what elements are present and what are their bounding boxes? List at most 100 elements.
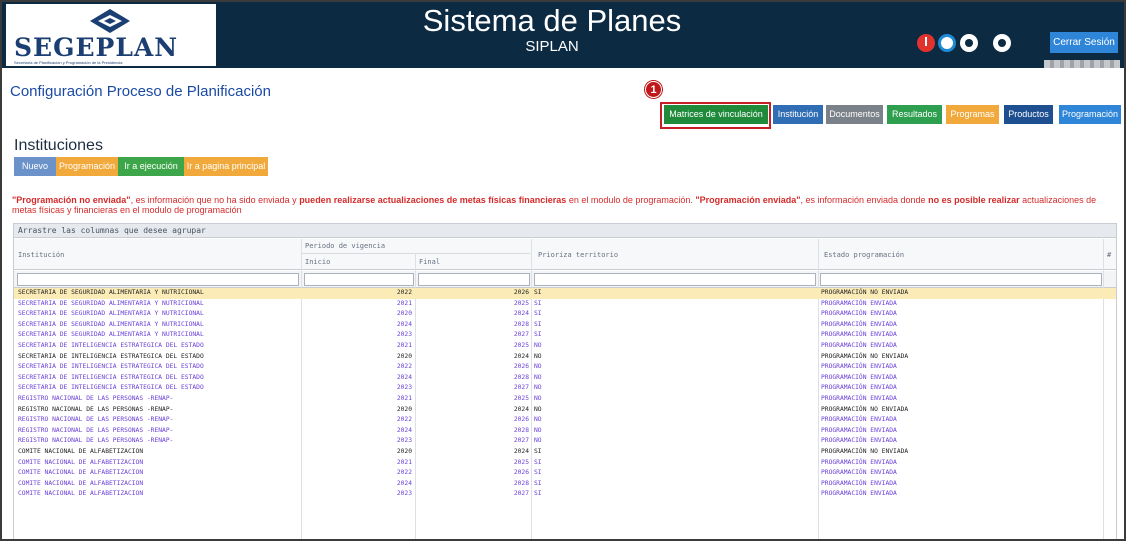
col-header-hash: #	[1107, 251, 1112, 259]
col-header-estado[interactable]: Estado programación	[824, 251, 904, 259]
table-row[interactable]: REGISTRO NACIONAL DE LAS PERSONAS -RENAP…	[14, 394, 1116, 405]
header-divider	[302, 253, 530, 254]
filter-estado-input[interactable]	[820, 273, 1102, 286]
table-row[interactable]: COMITE NACIONAL DE ALFABETIZACION 2024 202…	[14, 479, 1116, 490]
top-header: SEGEPLAN Secretaría de Planificación y P…	[2, 2, 1124, 68]
tab-productos[interactable]: Productos	[1004, 105, 1053, 124]
new-button[interactable]: Nuevo	[14, 157, 56, 176]
notice-text-part: , es información enviada donde	[800, 195, 929, 205]
tab-programacion[interactable]: Programación	[1059, 105, 1121, 124]
cell-prioriza: NO	[534, 363, 542, 371]
logo-subtitle: Secretaría de Planificación y Programaci…	[14, 60, 123, 65]
cell-inicio: 2024	[396, 320, 412, 328]
cell-prioriza: SI	[534, 289, 542, 296]
cell-institucion: SECRETARIA DE SEGURIDAD ALIMENTARIA Y NU…	[18, 289, 204, 296]
table-row[interactable]: SECRETARIA DE INTELIGENCIA ESTRATEGICA D…	[14, 362, 1116, 373]
cell-final: 2026	[513, 363, 529, 371]
logo[interactable]: SEGEPLAN Secretaría de Planificación y P…	[6, 4, 216, 66]
notice-text: "Programación no enviada", es informació…	[12, 195, 1118, 215]
table-row[interactable]: REGISTRO NACIONAL DE LAS PERSONAS -RENAP…	[14, 415, 1116, 426]
table-row[interactable]: SECRETARIA DE INTELIGENCIA ESTRATEGICA D…	[14, 341, 1116, 352]
table-row[interactable]: REGISTRO NACIONAL DE LAS PERSONAS -RENAP…	[14, 426, 1116, 437]
filter-inicio-input[interactable]	[304, 273, 414, 286]
notice-bold: no es posible realizar	[928, 195, 1020, 205]
cell-inicio: 2022	[396, 469, 412, 477]
col-header-inicio[interactable]: Inicio	[305, 258, 330, 266]
cell-institucion: REGISTRO NACIONAL DE LAS PERSONAS -RENAP…	[18, 405, 174, 413]
alert-icon[interactable]	[917, 34, 935, 52]
cell-final: 2026	[513, 289, 529, 296]
cell-estado: PROGRAMACIÓN ENVIADA	[821, 395, 897, 402]
table-row[interactable]: COMITE NACIONAL DE ALFABETIZACION 2020 202…	[14, 447, 1116, 458]
notice-bold: pueden realizarse actualizaciones de met…	[299, 195, 567, 205]
table-row[interactable]: SECRETARIA DE SEGURIDAD ALIMENTARIA Y NU…	[14, 320, 1116, 331]
circle-icon[interactable]	[993, 34, 1011, 52]
cell-prioriza: NO	[534, 405, 542, 413]
logo-text: SEGEPLAN	[14, 33, 179, 62]
circle-icon[interactable]	[960, 34, 978, 52]
cell-prioriza: SI	[534, 331, 542, 339]
group-drop-area[interactable]: Arrastre las columnas que desee agrupar	[14, 224, 1116, 238]
table-row[interactable]: SECRETARIA DE SEGURIDAD ALIMENTARIA Y NU…	[14, 288, 1116, 299]
filter-final-input[interactable]	[418, 273, 530, 286]
col-header-prioriza[interactable]: Prioriza territorio	[538, 251, 618, 259]
cell-estado: PROGRAMACIÓN ENVIADA	[821, 458, 897, 466]
cell-prioriza: SI	[534, 458, 542, 466]
cell-final: 2025	[513, 299, 529, 307]
tab-documentos[interactable]: Documentos	[826, 105, 883, 124]
tab-programas[interactable]: Programas	[946, 105, 999, 124]
cell-inicio: 2020	[396, 310, 412, 318]
tab-institucion[interactable]: Institución	[773, 105, 823, 124]
ir-a-ejecucion-button[interactable]: Ir a ejecución	[118, 157, 184, 176]
cell-final: 2027	[513, 490, 529, 498]
filter-institucion-input[interactable]	[17, 273, 299, 286]
cell-final: 2027	[513, 384, 529, 392]
col-header-final[interactable]: Final	[419, 258, 440, 266]
cell-estado: PROGRAMACIÓN ENVIADA	[821, 426, 897, 434]
cell-inicio: 2022	[396, 416, 412, 424]
cell-estado: PROGRAMACIÓN ENVIADA	[821, 299, 897, 307]
cell-prioriza: NO	[534, 416, 542, 424]
cell-inicio: 2023	[396, 384, 412, 392]
cell-final: 2024	[513, 352, 529, 360]
ir-a-pagina-principal-button[interactable]: Ir a pagina principal	[184, 157, 268, 176]
table-row[interactable]: SECRETARIA DE SEGURIDAD ALIMENTARIA Y NU…	[14, 299, 1116, 310]
cell-prioriza: NO	[534, 426, 542, 434]
table-row[interactable]: COMITE NACIONAL DE ALFABETIZACION 2022 202…	[14, 468, 1116, 479]
cell-prioriza: SI	[534, 299, 542, 307]
cell-prioriza: SI	[534, 490, 542, 498]
table-row[interactable]: SECRETARIA DE SEGURIDAD ALIMENTARIA Y NU…	[14, 330, 1116, 341]
table-row[interactable]: SECRETARIA DE SEGURIDAD ALIMENTARIA Y NU…	[14, 309, 1116, 320]
tab-matrices-de-vinculacion[interactable]: Matrices de vinculación	[664, 105, 768, 124]
cell-estado: PROGRAMACIÓN NO ENVIADA	[821, 352, 909, 360]
cell-institucion: SECRETARIA DE SEGURIDAD ALIMENTARIA Y NU…	[18, 320, 204, 328]
cell-inicio: 2022	[396, 363, 412, 371]
cell-prioriza: NO	[534, 342, 542, 349]
cell-estado: PROGRAMACIÓN NO ENVIADA	[821, 289, 909, 296]
filter-prioriza-input[interactable]	[534, 273, 816, 286]
grid-header: Institución Periodo de vigencia Inicio F…	[14, 239, 1116, 270]
table-row[interactable]: SECRETARIA DE INTELIGENCIA ESTRATEGICA D…	[14, 383, 1116, 394]
cell-final: 2025	[513, 395, 529, 402]
cell-final: 2028	[513, 479, 529, 487]
table-row[interactable]: COMITE NACIONAL DE ALFABETIZACION 2023 202…	[14, 489, 1116, 500]
cell-institucion: SECRETARIA DE INTELIGENCIA ESTRATEGICA D…	[18, 352, 204, 360]
notice-text-part: en el modulo de programación.	[566, 195, 696, 205]
col-header-institucion[interactable]: Institución	[18, 251, 64, 259]
table-row[interactable]: SECRETARIA DE INTELIGENCIA ESTRATEGICA D…	[14, 373, 1116, 384]
table-row[interactable]: REGISTRO NACIONAL DE LAS PERSONAS -RENAP…	[14, 405, 1116, 416]
cell-final: 2027	[513, 331, 529, 339]
table-row[interactable]: REGISTRO NACIONAL DE LAS PERSONAS -RENAP…	[14, 436, 1116, 447]
tab-resultados[interactable]: Resultados	[887, 105, 942, 124]
table-row[interactable]: SECRETARIA DE INTELIGENCIA ESTRATEGICA D…	[14, 352, 1116, 363]
programacion-button[interactable]: Programación	[56, 157, 118, 176]
notice-bold: "Programación enviada"	[695, 195, 801, 205]
disk-icon[interactable]	[938, 34, 956, 52]
cell-inicio: 2024	[396, 479, 412, 487]
logout-button[interactable]: Cerrar Sesión	[1050, 32, 1118, 53]
table-row[interactable]: COMITE NACIONAL DE ALFABETIZACION 2021 202…	[14, 458, 1116, 469]
cell-final: 2028	[513, 426, 529, 434]
cell-prioriza: SI	[534, 469, 542, 477]
cell-institucion: REGISTRO NACIONAL DE LAS PERSONAS -RENAP…	[18, 395, 174, 402]
cell-inicio: 2023	[396, 490, 412, 498]
